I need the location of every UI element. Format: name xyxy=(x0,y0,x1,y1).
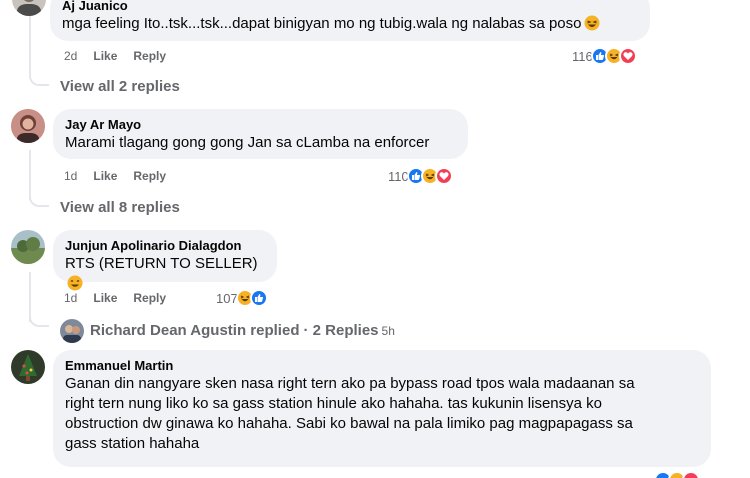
love-icon xyxy=(682,471,700,478)
reply-avatar xyxy=(60,319,84,343)
comment-text-content: mga feeling Ito..tsk...tsk...dapat binig… xyxy=(62,15,582,32)
avatar-image xyxy=(11,230,45,264)
comment-bubble: Junjun Apolinario Dialagdon RTS (RETURN … xyxy=(53,230,277,291)
view-replies-link[interactable]: View all 2 replies xyxy=(60,77,180,97)
avatar[interactable] xyxy=(12,0,46,16)
comment-text: mga feeling Ito..tsk...tsk...dapat binig… xyxy=(62,14,638,34)
reply-button[interactable]: Reply xyxy=(133,48,166,64)
reaction-summary[interactable] xyxy=(654,470,700,478)
reply-button[interactable]: Reply xyxy=(133,168,166,184)
avatar[interactable] xyxy=(11,350,45,384)
avatar[interactable] xyxy=(11,109,45,143)
thread-curve xyxy=(29,193,49,207)
replied-summary[interactable]: Richard Dean Agustin replied · 2 Replies… xyxy=(60,319,395,343)
view-replies-link[interactable]: View all 8 replies xyxy=(60,198,180,218)
reaction-count: 107 xyxy=(216,290,238,306)
comment-time[interactable]: 1d xyxy=(64,290,77,306)
comment-bubble: Jay Ar Mayo Marami tlagang gong gong Jan… xyxy=(53,109,468,159)
thread-curve xyxy=(29,313,49,327)
comment-author[interactable]: Junjun Apolinario Dialagdon xyxy=(65,237,265,254)
like-button[interactable]: Like xyxy=(93,168,117,184)
love-icon xyxy=(434,167,453,185)
comment-author[interactable]: Jay Ar Mayo xyxy=(65,116,456,133)
comment-text-line: Ganan din nangyare sken nasa right tern … xyxy=(65,375,635,392)
comment-actions: 1d Like Reply xyxy=(64,168,166,184)
comment-author[interactable]: Aj Juanico xyxy=(62,0,638,14)
comment-actions: 1d Like Reply xyxy=(64,290,166,306)
avatar-image xyxy=(11,109,45,143)
reaction-count: 116 xyxy=(572,48,593,64)
comment-text-content: RTS (RETURN TO SELLER) xyxy=(65,255,258,272)
thread-curve xyxy=(29,72,49,86)
comment-text: Marami tlagang gong gong Jan sa cLamba n… xyxy=(65,134,430,151)
comment-time[interactable]: 1d xyxy=(64,168,77,184)
laughing-emoji-icon xyxy=(584,15,599,31)
reaction-count: 110 xyxy=(388,168,409,184)
replied-count: · 2 Replies xyxy=(303,322,379,339)
like-button[interactable]: Like xyxy=(93,290,117,306)
comment-bubble: Aj Juanico mga feeling Ito..tsk...tsk...… xyxy=(50,0,650,41)
reaction-summary[interactable]: 110 xyxy=(388,166,453,186)
reaction-summary[interactable]: 116 xyxy=(572,46,637,66)
love-icon xyxy=(618,47,637,65)
like-button[interactable]: Like xyxy=(93,48,117,64)
reply-button[interactable]: Reply xyxy=(133,290,166,306)
grinning-emoji-icon xyxy=(67,275,83,291)
replied-age: 5h xyxy=(381,324,395,338)
comment-time[interactable]: 2d xyxy=(64,48,77,64)
comment-actions: 2d Like Reply xyxy=(64,48,166,64)
comment-author[interactable]: Emmanuel Martin xyxy=(65,357,699,374)
reply-avatar-image xyxy=(60,319,84,343)
comment-text-line: right tern nung liko ko sa gass station … xyxy=(65,395,602,412)
like-icon xyxy=(249,289,268,307)
comment-text-line: gass station hahaha xyxy=(65,435,200,452)
comment-bubble: Emmanuel Martin Ganan din nangyare sken … xyxy=(53,350,711,467)
reaction-summary[interactable]: 107 xyxy=(216,288,268,308)
replied-by-text: Richard Dean Agustin replied xyxy=(90,322,300,339)
comment-text-line: obstruction dw ginawa ko hahaha. Sabi ko… xyxy=(65,415,633,432)
avatar[interactable] xyxy=(11,230,45,264)
avatar-image xyxy=(17,0,41,16)
avatar-image xyxy=(11,350,45,384)
